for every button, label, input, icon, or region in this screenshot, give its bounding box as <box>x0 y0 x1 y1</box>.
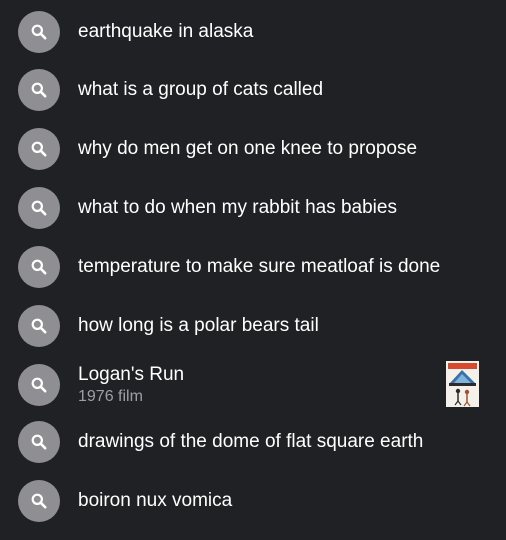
suggestion-subtitle: 1976 film <box>78 388 143 405</box>
suggestion-row[interactable]: boiron nux vomica <box>0 473 506 529</box>
suggestion-row[interactable]: what is a group of cats called <box>0 62 506 118</box>
suggestion-row[interactable]: temperature to make sure meatloaf is don… <box>0 239 506 295</box>
suggestion-row[interactable]: what to do when my rabbit has babies <box>0 180 506 236</box>
suggestion-text: what is a group of cats called <box>78 79 324 100</box>
suggestion-text: earthquake in alaska <box>78 21 254 42</box>
suggestion-text: why do men get on one knee to propose <box>78 138 418 159</box>
search-icon <box>18 364 60 406</box>
suggestion-row-entity[interactable]: Logan's Run 1976 film <box>0 354 506 416</box>
suggestion-text: Logan's Run <box>78 364 185 385</box>
search-icon <box>18 11 60 53</box>
search-icon <box>18 480 60 522</box>
suggestion-row[interactable]: how long is a polar bears tail <box>0 298 506 354</box>
search-icon <box>18 421 60 463</box>
suggestion-text: how long is a polar bears tail <box>78 315 319 336</box>
suggestion-row[interactable]: drawings of the dome of flat square eart… <box>0 414 506 470</box>
search-icon <box>18 187 60 229</box>
suggestion-row[interactable]: earthquake in alaska <box>0 4 506 60</box>
suggestion-row[interactable]: why do men get on one knee to propose <box>0 121 506 177</box>
suggestion-text: boiron nux vomica <box>78 490 233 511</box>
search-icon <box>18 246 60 288</box>
search-icon <box>18 128 60 170</box>
suggestion-text: drawings of the dome of flat square eart… <box>78 431 424 452</box>
search-icon <box>18 305 60 347</box>
suggestion-text: what to do when my rabbit has babies <box>78 197 397 218</box>
movie-poster-thumbnail <box>446 361 479 407</box>
search-suggestions-list: earthquake in alaska what is a group of … <box>0 0 506 540</box>
suggestion-text: temperature to make sure meatloaf is don… <box>78 256 441 277</box>
search-icon <box>18 69 60 111</box>
